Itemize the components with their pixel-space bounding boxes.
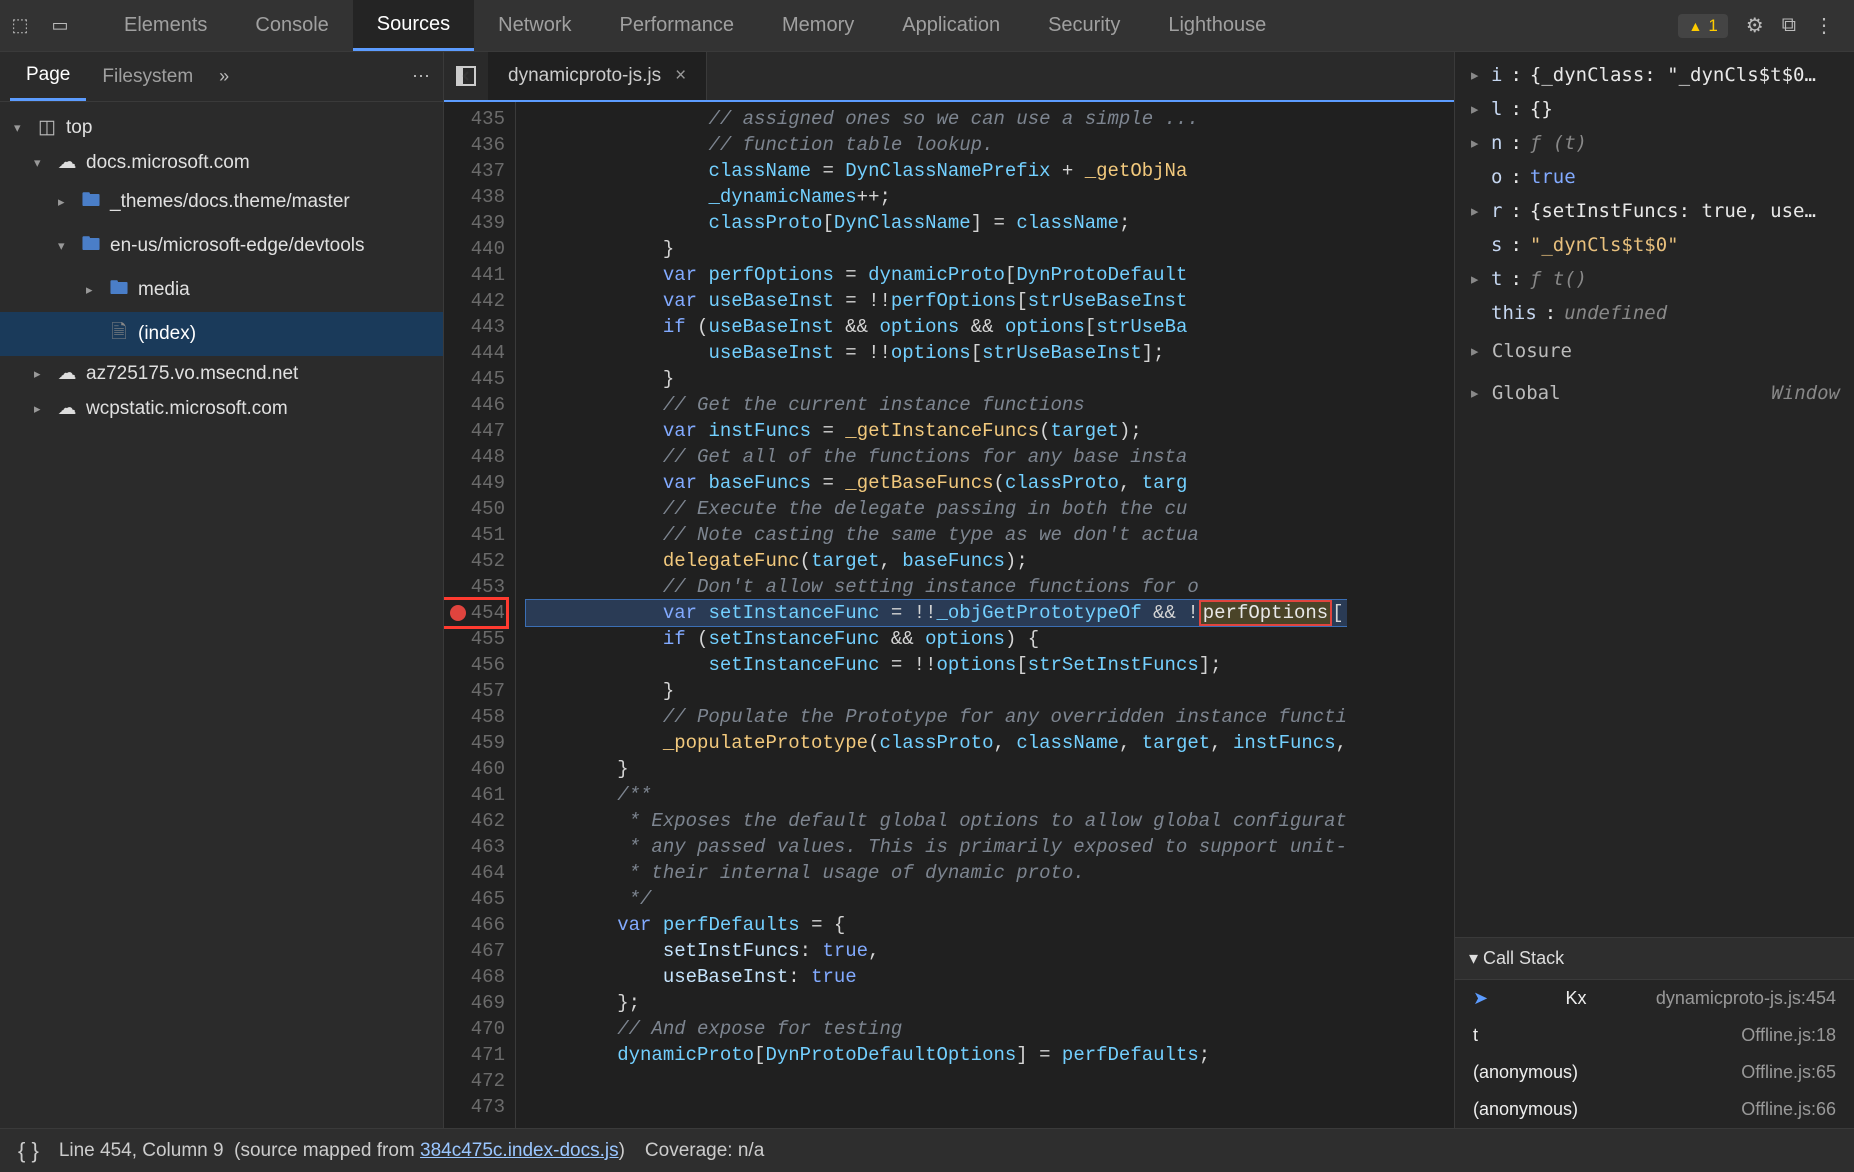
main-tab-performance[interactable]: Performance [596,0,759,51]
code-area[interactable]: 4354364374384394404414424434444454464474… [444,102,1454,1128]
main-tab-security[interactable]: Security [1024,0,1144,51]
tree-item[interactable]: ▾ 🖿 en-us/microsoft-edge/devtools [0,224,443,268]
tree-item[interactable]: ▾ ◫ top [0,110,443,145]
call-stack-frame[interactable]: (anonymous)Offline.js:66 [1455,1091,1854,1128]
call-stack-header[interactable]: Call Stack [1455,937,1854,980]
tree-node-icon: 🖿 [108,274,130,306]
tree-item-label: en-us/microsoft-edge/devtools [110,235,365,257]
scope-section[interactable]: Closure [1455,330,1854,372]
scope-list: ▸i: {_dynClass: "_dynCls$t$0…▸l: {}▸n: ƒ… [1455,52,1854,937]
tree-item-label: (index) [138,323,196,345]
tree-node-icon: ☁ [56,151,78,174]
tree-item[interactable]: ▸ ☁ az725175.vo.msecnd.net [0,356,443,391]
editor-panel: dynamicproto-js.js × 4354364374384394404… [444,52,1454,1128]
line-gutter[interactable]: 4354364374384394404414424434444454464474… [444,102,516,1128]
editor-tab-label: dynamicproto-js.js [508,65,661,87]
tree-node-icon: ◫ [36,116,58,139]
scope-variable[interactable]: ▸i: {_dynClass: "_dynCls$t$0… [1455,58,1854,92]
devtools-toolbar: ⬚ ▭ ElementsConsoleSourcesNetworkPerform… [0,0,1854,52]
tree-item-label: docs.microsoft.com [86,152,250,174]
more-tabs-icon[interactable]: » [219,66,229,87]
tree-item-label: top [66,117,92,139]
call-stack-frame[interactable]: Kxdynamicproto-js.js:454 [1455,980,1854,1017]
toolbar-right: 1 ⚙ ⧉ ⋮ [1678,13,1854,38]
call-stack-frame[interactable]: tOffline.js:18 [1455,1017,1854,1054]
kebab-menu-icon[interactable]: ⋮ [1814,13,1834,38]
debugger-sidebar: ▸i: {_dynClass: "_dynCls$t$0…▸l: {}▸n: ƒ… [1454,52,1854,1128]
main-tab-application[interactable]: Application [878,0,1024,51]
device-toolbar-icon[interactable]: ▭ [40,6,80,46]
scope-variable[interactable]: ▸r: {setInstFuncs: true, use… [1455,194,1854,228]
scope-variable[interactable]: o: true [1455,160,1854,194]
tree-toggle-icon[interactable]: ▾ [14,120,28,136]
tree-item[interactable]: ▸ ☁ wcpstatic.microsoft.com [0,391,443,426]
settings-icon[interactable]: ⚙ [1746,13,1764,38]
main-tab-network[interactable]: Network [474,0,595,51]
navigator-menu-icon[interactable]: ⋯ [412,66,433,87]
tree-item[interactable]: ▸ 🖿 _themes/docs.theme/master [0,180,443,224]
tree-node-icon: 🖿 [80,186,102,218]
call-stack-frame[interactable]: (anonymous)Offline.js:65 [1455,1054,1854,1091]
tree-item-label: wcpstatic.microsoft.com [86,398,288,420]
devtools-main-tabs: ElementsConsoleSourcesNetworkPerformance… [100,0,1290,51]
main-tab-lighthouse[interactable]: Lighthouse [1144,0,1290,51]
tree-toggle-icon[interactable]: ▸ [34,366,48,382]
tree-toggle-icon[interactable]: ▾ [34,155,48,171]
warnings-badge[interactable]: 1 [1678,14,1727,38]
pretty-print-icon[interactable]: { } [18,1138,39,1164]
editor-tabs: dynamicproto-js.js × [444,52,1454,102]
main-tab-memory[interactable]: Memory [758,0,878,51]
code-content[interactable]: // assigned ones so we can use a simple … [516,102,1347,1128]
tree-item-label: media [138,279,190,301]
scope-variable[interactable]: ▸l: {} [1455,92,1854,126]
main-tab-elements[interactable]: Elements [100,0,231,51]
scope-variable[interactable]: ▸n: ƒ (t) [1455,126,1854,160]
tree-toggle-icon[interactable]: ▸ [86,282,100,298]
tree-item[interactable]: 🗎 (index) [0,312,443,356]
cursor-position: Line 454, Column 9 (source mapped from 3… [59,1140,625,1162]
tree-item-label: az725175.vo.msecnd.net [86,363,298,385]
scope-variable[interactable]: s: "_dynCls$t$0" [1455,228,1854,262]
scope-variable[interactable]: ▸t: ƒ t() [1455,262,1854,296]
scope-variable[interactable]: this: undefined [1455,296,1854,330]
tree-toggle-icon[interactable]: ▸ [34,401,48,417]
toggle-navigator-icon[interactable] [444,66,488,86]
inspect-element-icon[interactable]: ⬚ [0,6,40,46]
tree-item[interactable]: ▸ 🖿 media [0,268,443,312]
close-tab-icon[interactable]: × [675,65,686,87]
tree-node-icon: ☁ [56,397,78,420]
call-stack: Kxdynamicproto-js.js:454tOffline.js:18(a… [1455,980,1854,1128]
main-tab-sources[interactable]: Sources [353,0,474,51]
tree-toggle-icon[interactable]: ▾ [58,238,72,254]
navigator-tabs: PageFilesystem » ⋯ [0,52,443,102]
tree-item-label: _themes/docs.theme/master [110,191,350,213]
source-map-link[interactable]: 384c475c.index-docs.js [420,1140,619,1161]
navigator-tab-page[interactable]: Page [10,52,86,101]
tree-node-icon: 🗎 [108,318,130,350]
scope-section[interactable]: GlobalWindow [1455,372,1854,414]
tree-toggle-icon[interactable]: ▸ [58,194,72,210]
customize-icon[interactable]: ⧉ [1782,14,1796,37]
status-bar: { } Line 454, Column 9 (source mapped fr… [0,1128,1854,1172]
main-tab-console[interactable]: Console [231,0,352,51]
editor-tab[interactable]: dynamicproto-js.js × [488,52,707,100]
tree-node-icon: ☁ [56,362,78,385]
navigator-tab-filesystem[interactable]: Filesystem [86,52,209,101]
file-tree: ▾ ◫ top ▾ ☁ docs.microsoft.com ▸ 🖿 _themes/docs.… [0,102,443,1128]
tree-item[interactable]: ▾ ☁ docs.microsoft.com [0,145,443,180]
tree-node-icon: 🖿 [80,230,102,262]
coverage-status: Coverage: n/a [645,1140,764,1162]
sources-navigator: PageFilesystem » ⋯ ▾ ◫ top ▾ ☁ docs.microsoft… [0,52,444,1128]
